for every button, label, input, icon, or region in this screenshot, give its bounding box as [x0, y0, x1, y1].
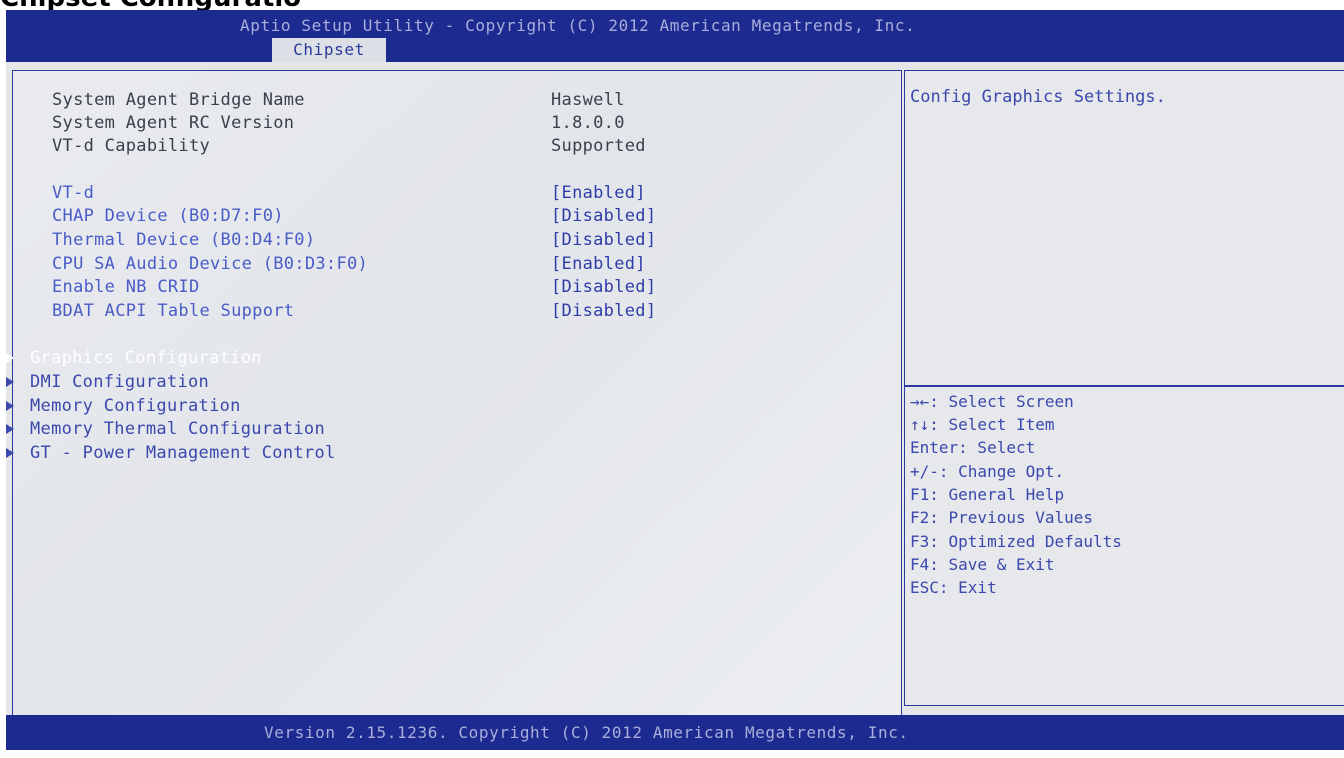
bios-screen: Aptio Setup Utility - Copyright (C) 2012…	[6, 10, 1344, 750]
info-label-rc-version: System Agent RC Version	[52, 113, 295, 133]
info-label-bridge-name: System Agent Bridge Name	[52, 90, 305, 110]
help-panel	[904, 70, 1344, 706]
submenu-graphics-configuration[interactable]: Graphics Configuration	[30, 348, 262, 368]
submenu-arrow-icon	[6, 377, 14, 387]
tab-chipset[interactable]: Chipset	[272, 38, 386, 62]
option-vtd[interactable]: VT-d	[52, 183, 94, 203]
option-cpu-sa-audio-value[interactable]: [Enabled]	[551, 254, 646, 274]
submenu-arrow-icon	[6, 353, 14, 363]
submenu-memory-configuration[interactable]: Memory Configuration	[30, 396, 241, 416]
key-hint-select-item: ↑↓: Select Item	[910, 415, 1055, 434]
key-hint-select-screen: →←: Select Screen	[910, 392, 1074, 411]
submenu-arrow-icon	[6, 448, 14, 458]
help-description: Config Graphics Settings.	[910, 87, 1166, 107]
info-value-bridge-name: Haswell	[551, 90, 625, 110]
key-hint-f3: F3: Optimized Defaults	[910, 532, 1122, 551]
option-chap-device[interactable]: CHAP Device (B0:D7:F0)	[52, 206, 284, 226]
key-hint-f2: F2: Previous Values	[910, 508, 1094, 527]
option-nb-crid-value[interactable]: [Disabled]	[551, 277, 656, 297]
settings-panel	[12, 70, 902, 718]
option-thermal-device-value[interactable]: [Disabled]	[551, 230, 656, 250]
submenu-dmi-configuration[interactable]: DMI Configuration	[30, 372, 209, 392]
option-cpu-sa-audio[interactable]: CPU SA Audio Device (B0:D3:F0)	[52, 254, 368, 274]
key-hint-f1: F1: General Help	[910, 485, 1065, 504]
header-bar: Aptio Setup Utility - Copyright (C) 2012…	[6, 10, 1344, 62]
help-divider	[904, 385, 1344, 387]
submenu-memory-thermal-configuration[interactable]: Memory Thermal Configuration	[30, 419, 325, 439]
option-bdat-acpi-value[interactable]: [Disabled]	[551, 301, 656, 321]
key-hint-enter: Enter: Select	[910, 438, 1036, 457]
page-title-fragment: Chipset Configuration	[0, 0, 300, 10]
footer-text: Version 2.15.1236. Copyright (C) 2012 Am…	[264, 723, 909, 742]
info-value-rc-version: 1.8.0.0	[551, 113, 625, 133]
submenu-arrow-icon	[6, 401, 14, 411]
key-hint-change-opt: +/-: Change Opt.	[910, 462, 1065, 481]
info-value-vtd-capability: Supported	[551, 136, 646, 156]
option-vtd-value[interactable]: [Enabled]	[551, 183, 646, 203]
option-chap-device-value[interactable]: [Disabled]	[551, 206, 656, 226]
option-bdat-acpi[interactable]: BDAT ACPI Table Support	[52, 301, 294, 321]
key-hint-esc: ESC: Exit	[910, 578, 997, 597]
info-label-vtd-capability: VT-d Capability	[52, 136, 211, 156]
footer-bar: Version 2.15.1236. Copyright (C) 2012 Am…	[6, 715, 1344, 750]
submenu-arrow-icon	[6, 424, 14, 434]
key-hint-f4: F4: Save & Exit	[910, 555, 1055, 574]
option-thermal-device[interactable]: Thermal Device (B0:D4:F0)	[52, 230, 315, 250]
submenu-gt-power-management[interactable]: GT - Power Management Control	[30, 443, 336, 463]
header-title: Aptio Setup Utility - Copyright (C) 2012…	[240, 16, 916, 35]
option-nb-crid[interactable]: Enable NB CRID	[52, 277, 200, 297]
